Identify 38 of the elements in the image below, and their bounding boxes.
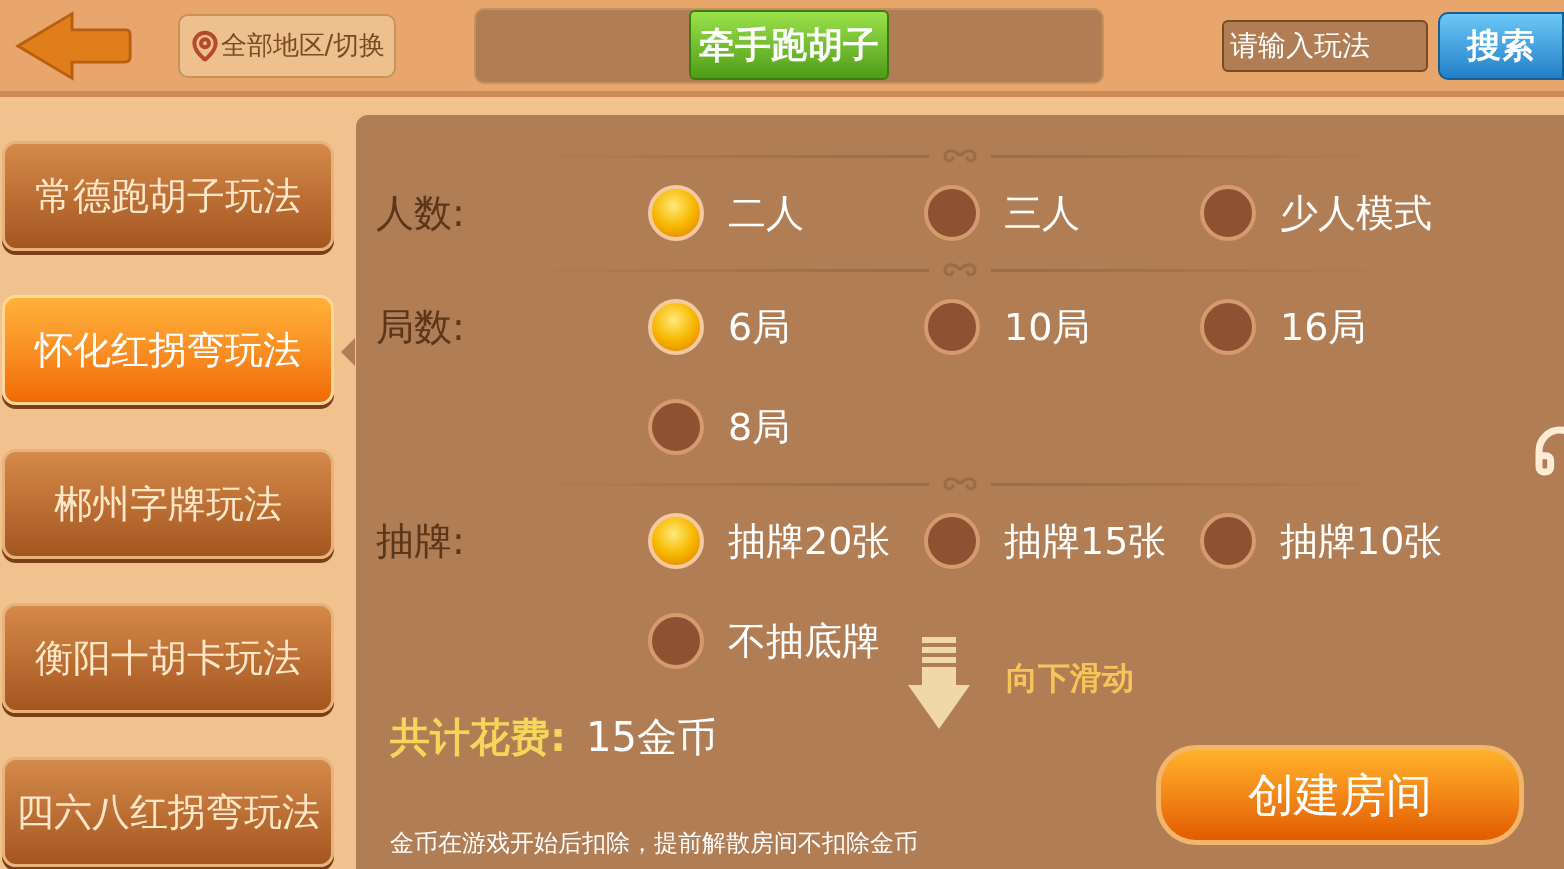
back-arrow-icon <box>14 9 134 82</box>
option-label: 不抽底牌 <box>728 617 880 665</box>
option-label: 三人 <box>1004 189 1080 237</box>
option-group-label: 人数: <box>376 189 465 237</box>
radio-button[interactable] <box>648 185 704 241</box>
option-label: 抽牌10张 <box>1280 517 1443 565</box>
radio-button[interactable] <box>924 299 980 355</box>
radio-button[interactable] <box>648 613 704 669</box>
search-field[interactable]: 请输入玩法 <box>1222 19 1428 72</box>
create-room-button[interactable]: 创建房间 <box>1156 745 1524 845</box>
back-button[interactable] <box>14 9 134 82</box>
note-text: 金币在游戏开始后扣除，提前解散房间不扣除金币 <box>390 828 918 859</box>
radio-button[interactable] <box>648 399 704 455</box>
radio-button[interactable] <box>648 513 704 569</box>
radio-button[interactable] <box>1200 299 1256 355</box>
option-label: 抽牌15张 <box>1004 517 1167 565</box>
radio-button[interactable] <box>924 185 980 241</box>
radio-button[interactable] <box>648 299 704 355</box>
sidebar-tab[interactable]: 四六八红拐弯玩法 <box>2 757 334 867</box>
scroll-hint: 向下滑动 <box>1006 658 1134 699</box>
radio-button[interactable] <box>1200 513 1256 569</box>
option-label: 6局 <box>728 303 791 351</box>
region-button[interactable]: 全部地区/切换 <box>178 13 396 78</box>
down-arrow-icon <box>908 635 970 731</box>
option-label: 抽牌20张 <box>728 517 891 565</box>
option-label: 少人模式 <box>1280 189 1432 237</box>
option-label: 8局 <box>728 403 791 451</box>
cost-value: 15金币 <box>586 713 717 762</box>
radio-button[interactable] <box>1200 185 1256 241</box>
option-label: 10局 <box>1004 303 1091 351</box>
cost-label: 共计花费: <box>390 713 566 762</box>
game-title[interactable]: 牵手跑胡子 <box>689 9 889 80</box>
option-label: 二人 <box>728 189 804 237</box>
search-button[interactable]: 搜索 <box>1438 11 1564 80</box>
option-group-label: 局数: <box>376 303 465 351</box>
radio-button[interactable] <box>924 513 980 569</box>
option-label: 16局 <box>1280 303 1367 351</box>
option-group-label: 抽牌: <box>376 517 465 565</box>
